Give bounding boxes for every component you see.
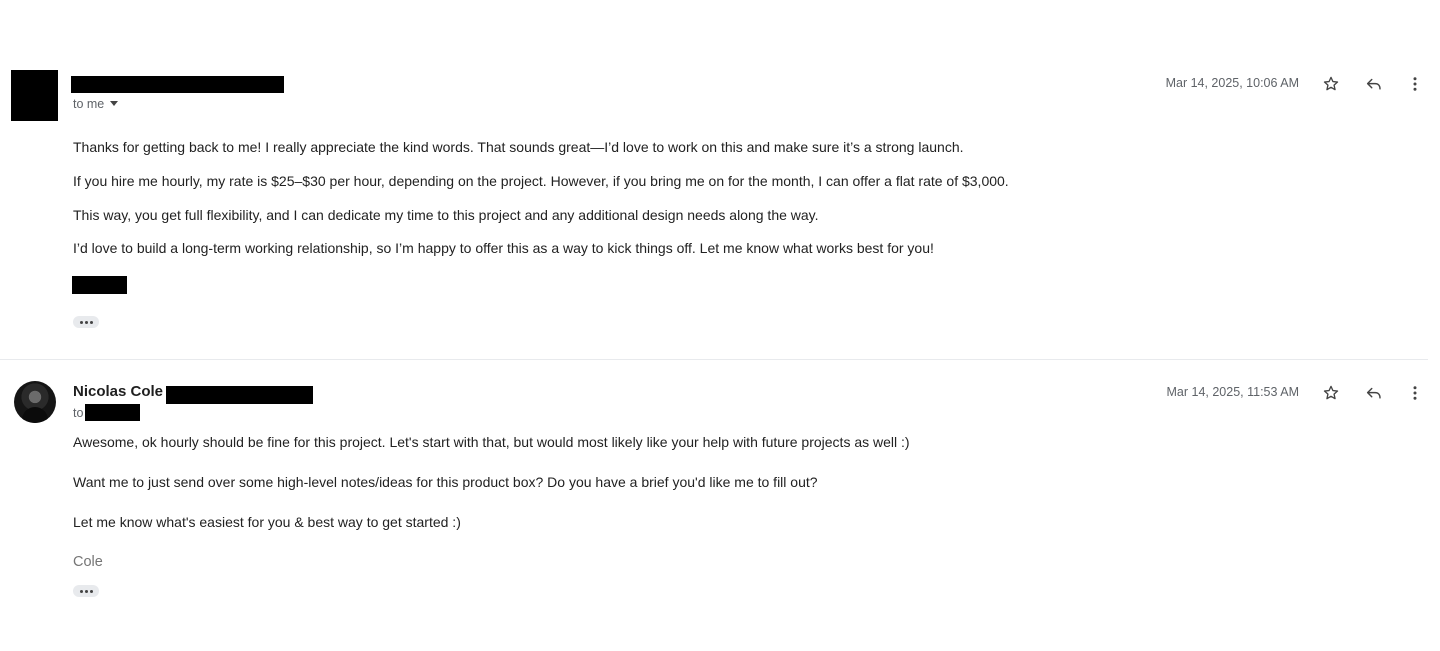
recipient-label: to (73, 406, 84, 420)
recipient-toggle[interactable]: to me (73, 97, 119, 111)
message-paragraph: If you hire me hourly, my rate is $25–$3… (73, 173, 1009, 189)
message-timestamp: Mar 14, 2025, 11:53 AM (1166, 385, 1300, 399)
sender-name[interactable]: Nicolas Cole (73, 383, 163, 400)
show-trimmed-content-button[interactable] (73, 585, 99, 597)
message-paragraph: Let me know what's easiest for you & bes… (73, 514, 461, 530)
redacted-signature (72, 276, 127, 294)
redacted-sender-email (166, 386, 313, 404)
ellipsis-icon (79, 320, 83, 324)
more-vert-icon (1413, 77, 1417, 91)
message-paragraph: Thanks for getting back to me! I really … (73, 139, 964, 155)
star-icon (1323, 76, 1339, 91)
more-options-button[interactable] (1403, 381, 1427, 405)
message-signature: Cole (73, 554, 103, 570)
reply-icon (1366, 387, 1381, 399)
reply-icon (1366, 78, 1381, 90)
email-thread: to me Mar 14, 2025, 10:06 AM Thanks for … (0, 0, 1440, 651)
message-2: Nicolas Cole to Mar 14, 2025, 11:53 AM A… (0, 360, 1428, 651)
show-trimmed-content-button[interactable] (73, 316, 99, 328)
ellipsis-icon (79, 589, 83, 593)
sender-avatar[interactable] (14, 381, 56, 423)
message-paragraph: This way, you get full flexibility, and … (73, 207, 819, 223)
more-options-button[interactable] (1403, 72, 1427, 96)
star-button[interactable] (1319, 381, 1343, 405)
redacted-recipient (85, 404, 140, 421)
message-paragraph: Awesome, ok hourly should be fine for th… (73, 434, 910, 450)
caret-down-icon (110, 101, 119, 107)
star-button[interactable] (1319, 72, 1343, 96)
recipient-label: to me (73, 97, 105, 111)
more-vert-icon (1413, 386, 1417, 400)
message-1: to me Mar 14, 2025, 10:06 AM Thanks for … (0, 0, 1428, 360)
star-icon (1323, 385, 1339, 400)
message-timestamp: Mar 14, 2025, 10:06 AM (1165, 76, 1299, 90)
reply-button[interactable] (1362, 72, 1386, 96)
message-paragraph: Want me to just send over some high-leve… (73, 474, 818, 490)
reply-button[interactable] (1362, 381, 1386, 405)
sender-avatar-redacted[interactable] (11, 70, 58, 121)
message-paragraph: I’d love to build a long-term working re… (73, 240, 934, 256)
redacted-sender-name (71, 76, 284, 93)
recipient-toggle[interactable]: to (73, 406, 83, 420)
